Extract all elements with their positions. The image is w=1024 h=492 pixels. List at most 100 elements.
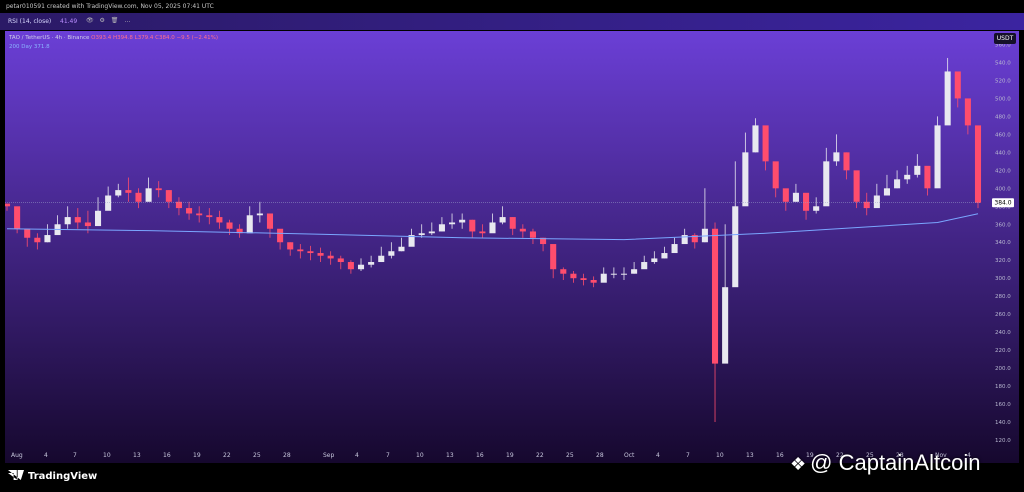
x-tick-label: 10 bbox=[416, 452, 424, 459]
candle-body bbox=[297, 249, 304, 252]
rsi-controls-icon[interactable]: 👁 ⚙ 🗑 … bbox=[86, 17, 132, 24]
y-tick-label: 360.0 bbox=[995, 222, 1011, 228]
x-tick-label: 13 bbox=[133, 452, 141, 459]
candle-body bbox=[378, 255, 385, 263]
legend-ohlc: O393.4 H394.8 L379.4 C384.0 −9.5 (−2.41%… bbox=[91, 35, 218, 41]
candle-body bbox=[44, 235, 51, 243]
x-tick-label: 19 bbox=[193, 452, 201, 459]
watermark-text: @ CaptainAltcoin bbox=[810, 450, 981, 475]
candle-body bbox=[722, 287, 729, 364]
candle-body bbox=[94, 210, 102, 227]
candle-body bbox=[388, 251, 395, 256]
y-tick-label: 240.0 bbox=[995, 330, 1011, 336]
x-tick-label: 4 bbox=[355, 452, 359, 459]
x-tick-label: 16 bbox=[163, 452, 171, 459]
watermark: ❖ @ CaptainAltcoin bbox=[790, 450, 980, 476]
candle-body bbox=[661, 253, 668, 259]
candle-body bbox=[347, 262, 354, 270]
y-tick-label: 220.0 bbox=[995, 348, 1011, 354]
candle-body bbox=[813, 206, 820, 211]
candle-body bbox=[155, 188, 162, 191]
candle-body bbox=[428, 231, 435, 234]
candle-body bbox=[125, 190, 132, 193]
candle-body bbox=[206, 215, 213, 218]
candle-body bbox=[398, 246, 405, 252]
y-tick-label: 340.0 bbox=[995, 240, 1011, 246]
candle-body bbox=[226, 222, 233, 229]
candle-body bbox=[327, 255, 334, 259]
y-tick-label: 160.0 bbox=[995, 402, 1011, 408]
candle-body bbox=[853, 170, 860, 202]
candle-body bbox=[196, 213, 203, 216]
y-tick-label: 400.0 bbox=[995, 186, 1011, 192]
candle-body bbox=[256, 213, 263, 216]
candle-body bbox=[145, 188, 152, 202]
credit-text: petar010591 created with TradingView.com… bbox=[6, 3, 214, 10]
candle-body bbox=[34, 237, 41, 243]
brand-text: TradingView bbox=[28, 471, 98, 482]
candle-body bbox=[772, 161, 779, 189]
price-chart[interactable]: 120.0 140.0 160.0 180.0 200.0 220.0 240.0 260.0… bbox=[5, 31, 1019, 463]
candle-body bbox=[671, 244, 678, 254]
candle-body bbox=[499, 217, 506, 223]
candle-body bbox=[843, 152, 850, 171]
x-tick-label: 7 bbox=[686, 452, 690, 459]
y-tick-label: 180.0 bbox=[995, 384, 1011, 390]
candle-body bbox=[944, 71, 951, 126]
candle-body bbox=[135, 192, 142, 202]
x-tick-label: Oct bbox=[624, 452, 635, 459]
candle-body bbox=[792, 192, 799, 202]
chart-legend: TAO / TetherUS · 4h · Binance O393.4 H39… bbox=[9, 34, 218, 52]
candle-body bbox=[418, 233, 425, 236]
y-tick-label: 280.0 bbox=[995, 294, 1011, 300]
currency-badge[interactable]: USDT bbox=[994, 33, 1016, 44]
x-tick-label: 10 bbox=[103, 452, 111, 459]
y-tick-label: 200.0 bbox=[995, 366, 1011, 372]
y-tick-label: 460.0 bbox=[995, 132, 1011, 138]
x-tick-label: 25 bbox=[566, 452, 574, 459]
candle-body bbox=[934, 125, 941, 189]
candle-body bbox=[570, 273, 577, 279]
candle-body bbox=[186, 208, 193, 214]
candle-body bbox=[873, 195, 880, 209]
candle-body bbox=[317, 253, 324, 256]
candle-body bbox=[742, 152, 749, 207]
tradingview-icon bbox=[8, 470, 24, 480]
candle-body bbox=[438, 224, 445, 232]
x-tick-label: 4 bbox=[656, 452, 660, 459]
binance-diamond-icon: ❖ bbox=[790, 454, 807, 474]
candle-body bbox=[610, 273, 617, 275]
candle-body bbox=[105, 195, 112, 211]
candle-body bbox=[469, 219, 476, 232]
x-tick-label: 7 bbox=[386, 452, 390, 459]
candle-body bbox=[620, 273, 628, 275]
candle-body bbox=[580, 278, 587, 281]
candle-body bbox=[631, 269, 638, 274]
candle-body bbox=[964, 98, 971, 126]
candle-body bbox=[287, 242, 294, 250]
x-tick-label: 10 bbox=[716, 452, 724, 459]
y-tick-label: 420.0 bbox=[995, 168, 1011, 174]
candle-body bbox=[803, 192, 810, 211]
candle-body bbox=[924, 165, 931, 189]
x-tick-label: 7 bbox=[73, 452, 77, 459]
candle-body bbox=[590, 280, 597, 283]
y-tick-label: 300.0 bbox=[995, 276, 1011, 282]
y-tick-label: 140.0 bbox=[995, 420, 1011, 426]
candle-body bbox=[752, 125, 759, 153]
x-tick-label: 28 bbox=[596, 452, 604, 459]
rsi-value: 41.49 bbox=[60, 18, 78, 25]
x-tick-label: 4 bbox=[44, 452, 48, 459]
candle-body bbox=[974, 125, 982, 203]
candle-body bbox=[165, 190, 172, 202]
candle-body bbox=[914, 165, 921, 175]
legend-ma: 200 Day 371.8 bbox=[9, 44, 50, 50]
candle-body bbox=[266, 213, 274, 229]
candle-body bbox=[711, 228, 719, 364]
candle-body bbox=[368, 262, 375, 265]
x-tick-label: 22 bbox=[536, 452, 544, 459]
y-tick-label: 480.0 bbox=[995, 114, 1011, 120]
y-tick-label: 520.0 bbox=[995, 78, 1011, 84]
y-tick-label: 440.0 bbox=[995, 150, 1011, 156]
rsi-pane[interactable]: RSI (14, close) 41.49 👁 ⚙ 🗑 … bbox=[0, 13, 1024, 30]
